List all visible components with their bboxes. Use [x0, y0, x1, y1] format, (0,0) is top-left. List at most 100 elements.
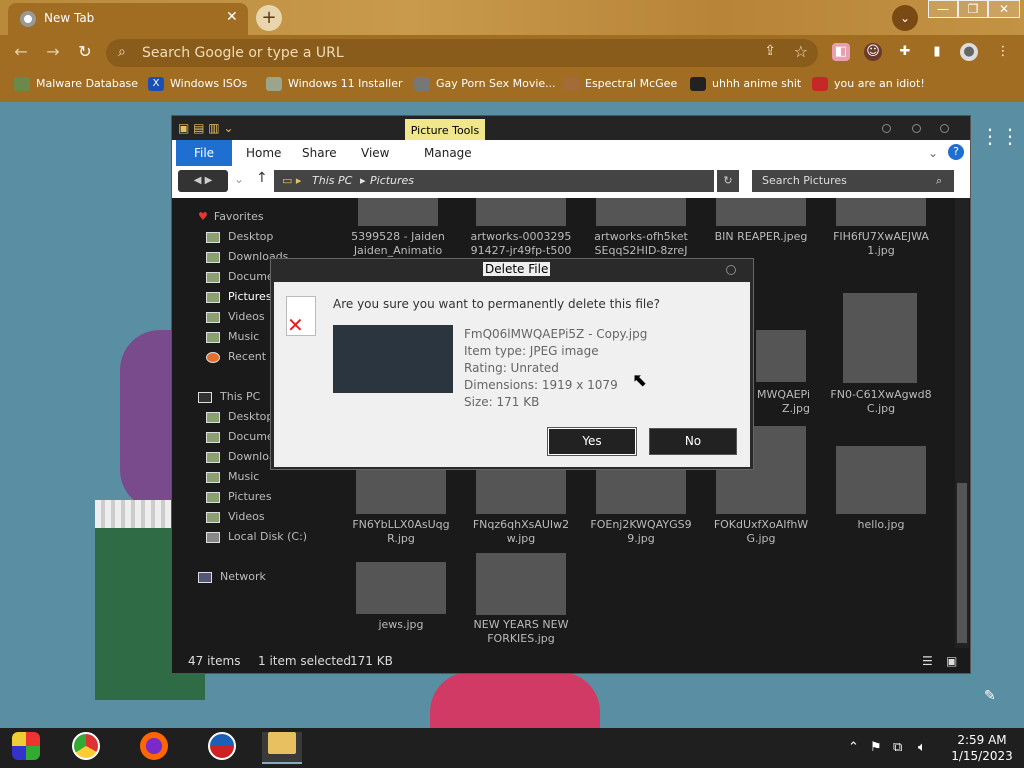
bookmark-item[interactable]: uhhh anime shit	[690, 77, 801, 91]
bookmark-item[interactable]: Malware Database	[14, 77, 138, 91]
file-thumbnail[interactable]	[843, 293, 917, 383]
tab-search-button[interactable]: ⌄	[892, 5, 918, 31]
file-label[interactable]: jews.jpg	[346, 618, 456, 632]
bookmark-item[interactable]: Espectral McGee	[563, 77, 677, 91]
action-center-flag-icon[interactable]: ⚑	[870, 740, 882, 755]
back-arrow-icon[interactable]: ←	[10, 41, 32, 63]
file-thumbnail[interactable]	[836, 446, 926, 514]
file-label[interactable]: FN6YbLLX0AsUqg R.jpg	[346, 518, 456, 546]
bookmark-item[interactable]: Gay Porn Sex Movie...	[414, 77, 556, 91]
explorer-minimize-button[interactable]	[882, 124, 891, 133]
large-icons-view-icon[interactable]: ▣	[946, 654, 957, 668]
nav-item[interactable]: Videos	[206, 510, 265, 523]
ribbon-expand-icon[interactable]: ⌄	[928, 146, 938, 160]
file-label[interactable]: FOEnj2KWQAYGS9 9.jpg	[586, 518, 696, 546]
bookmark-item[interactable]: you are an idiot!	[812, 77, 925, 91]
profile-avatar-icon[interactable]: ●	[960, 43, 978, 61]
no-button[interactable]: No	[649, 428, 737, 455]
yes-button[interactable]: Yes	[547, 427, 637, 456]
chrome-taskbar-icon[interactable]	[66, 732, 106, 764]
extension-flag-icon[interactable]: ◧	[832, 43, 850, 61]
details-view-icon[interactable]: ☰	[922, 654, 933, 668]
breadcrumb-pictures[interactable]: Pictures	[370, 174, 414, 187]
bookmark-star-icon[interactable]: ☆	[794, 42, 808, 61]
network-tray-icon[interactable]: ⧉	[893, 740, 902, 755]
tab-close-icon[interactable]: ✕	[226, 9, 238, 25]
tab-share[interactable]: Share	[302, 146, 337, 160]
vertical-scrollbar[interactable]	[955, 198, 969, 648]
file-explorer-taskbar-icon[interactable]	[262, 732, 302, 764]
nav-item-selected[interactable]: Pictures	[206, 290, 272, 303]
help-icon[interactable]: ?	[948, 144, 964, 160]
file-label[interactable]: BIN REAPER.jpeg	[706, 230, 816, 244]
bookmark-item[interactable]: Windows 11 Installer	[266, 77, 403, 91]
file-label[interactable]: artworks-ofh5ket SEqqS2HID-8zreJ	[586, 230, 696, 258]
clock[interactable]: 2:59 AM 1/15/2023	[945, 732, 1019, 764]
breadcrumb-this-pc[interactable]: This PC	[312, 174, 352, 187]
firefox-taskbar-icon[interactable]	[134, 732, 174, 764]
file-label[interactable]: 5399528 - Jaiden Jaiden_Animatio	[343, 230, 453, 258]
file-label[interactable]: FIH6fU7XwAEJWA 1.jpg	[826, 230, 936, 258]
pencil-icon[interactable]: ✎	[984, 688, 996, 704]
up-arrow-icon[interactable]: ↑	[256, 170, 268, 186]
minimize-button[interactable]: —	[928, 0, 958, 18]
new-tab-button[interactable]: +	[256, 5, 282, 31]
nav-this-pc[interactable]: This PC	[198, 390, 260, 403]
tab-file[interactable]: File	[176, 140, 232, 166]
share-icon[interactable]: ⇪	[764, 43, 776, 59]
file-label[interactable]: FOKdUxfXoAIfhW G.jpg	[706, 518, 816, 546]
nav-item[interactable]: Desktop	[206, 410, 273, 423]
file-thumbnail[interactable]	[356, 470, 446, 514]
file-thumbnail[interactable]	[756, 330, 806, 382]
nav-item[interactable]: Videos	[206, 310, 265, 323]
side-panel-icon[interactable]: ▮	[928, 43, 946, 61]
back-forward-buttons[interactable]: ◀ ▶	[178, 170, 228, 192]
file-label[interactable]: NEW YEARS NEW FORKIES.jpg	[466, 618, 576, 646]
menu-dots-icon[interactable]: ⋮	[994, 43, 1012, 61]
recent-dropdown-icon[interactable]: ⌄	[234, 172, 244, 186]
file-label[interactable]: artworks-0003295 91427-jr49fp-t500	[466, 230, 576, 258]
nav-item[interactable]: Local Disk (C:)	[206, 530, 307, 543]
nav-favorites[interactable]: ♥ Favorites	[198, 210, 264, 223]
file-thumbnail[interactable]	[596, 470, 686, 514]
tab-manage[interactable]: Manage	[424, 146, 472, 160]
reload-icon[interactable]: ↻	[74, 41, 96, 63]
tab-home[interactable]: Home	[246, 146, 281, 160]
search-pictures-input[interactable]: Search Pictures ⌕	[752, 170, 954, 192]
close-window-button[interactable]: ✕	[988, 0, 1020, 18]
forward-arrow-icon[interactable]: →	[42, 41, 64, 63]
profile-extension-icon[interactable]: ☺	[864, 43, 882, 61]
file-thumbnail[interactable]	[358, 198, 438, 226]
file-label[interactable]: hello.jpg	[826, 518, 936, 532]
file-thumbnail[interactable]	[476, 198, 566, 226]
refresh-icon[interactable]: ↻	[717, 170, 739, 192]
nav-item[interactable]: Music	[206, 330, 259, 343]
explorer-maximize-button[interactable]	[912, 124, 921, 133]
start-button[interactable]	[6, 732, 46, 764]
tray-overflow-icon[interactable]: ⌃	[848, 740, 859, 755]
file-thumbnail[interactable]	[716, 198, 806, 226]
explorer-close-button[interactable]	[940, 124, 949, 133]
file-label[interactable]: FN0-C61XwAgwd8 C.jpg	[826, 388, 936, 416]
obama-logo-taskbar-icon[interactable]	[202, 732, 242, 764]
nav-network[interactable]: Network	[198, 570, 266, 583]
file-thumbnail[interactable]	[836, 198, 926, 226]
tab-new-tab[interactable]: New Tab ✕	[8, 3, 248, 35]
tab-view[interactable]: View	[361, 146, 389, 160]
bookmark-item[interactable]: X Windows ISOs	[148, 77, 247, 91]
volume-icon[interactable]: 🔈︎	[918, 740, 926, 755]
extensions-puzzle-icon[interactable]: ✚	[896, 43, 914, 61]
dialog-close-button[interactable]	[726, 265, 736, 275]
quick-access-toolbar-icon[interactable]: ▣ ▤ ▥ ⌄	[178, 121, 234, 135]
nav-item[interactable]: Music	[206, 470, 259, 483]
apps-grid-icon[interactable]: ⋮⋮	[980, 124, 1020, 148]
omnibox[interactable]: ⌕ Search Google or type a URL ⇪ ☆	[106, 39, 818, 67]
file-thumbnail[interactable]	[356, 562, 446, 614]
address-bar[interactable]: ▭ ▸ This PC ▸ Pictures	[274, 170, 714, 192]
nav-item[interactable]: Pictures	[206, 490, 272, 503]
file-label[interactable]: FNqz6qhXsAUIw2 w.jpg	[466, 518, 576, 546]
file-thumbnail[interactable]	[476, 470, 566, 514]
scrollbar-thumb[interactable]	[957, 483, 967, 643]
file-thumbnail[interactable]	[476, 553, 566, 615]
file-thumbnail[interactable]	[596, 198, 686, 226]
